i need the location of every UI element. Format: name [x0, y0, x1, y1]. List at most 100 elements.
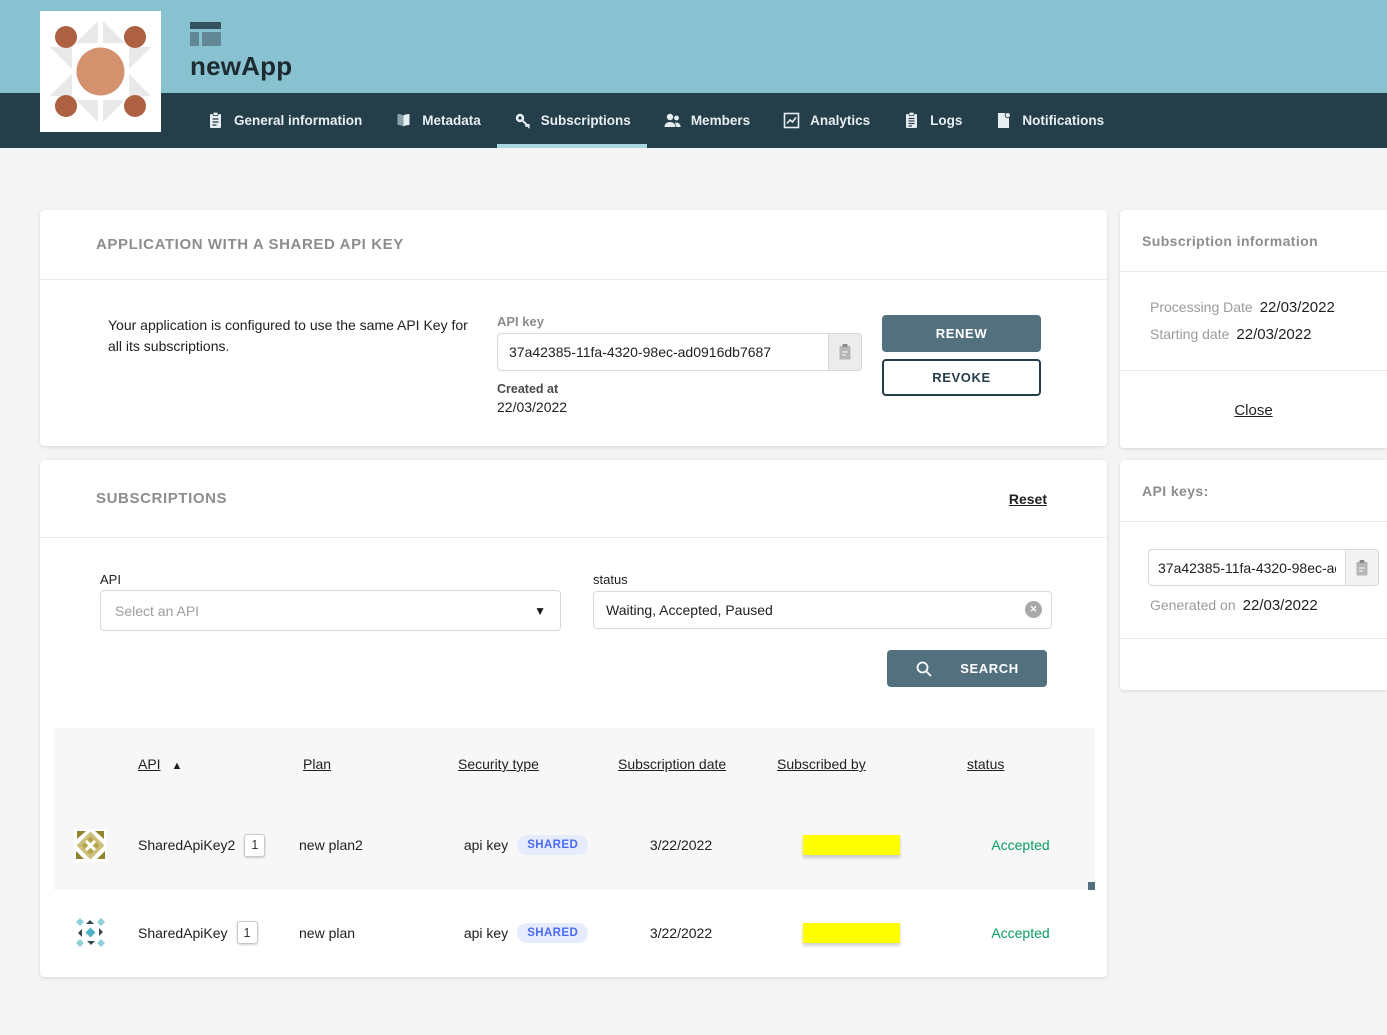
api-keys-panel: API keys: Generated on 22/03/2022	[1120, 460, 1387, 690]
api-select-placeholder: Select an API	[115, 603, 534, 619]
key-icon	[513, 111, 532, 130]
divider	[1120, 370, 1387, 371]
shared-badge: SHARED	[517, 835, 588, 855]
tab-label: Logs	[930, 113, 962, 128]
api-avatar	[74, 829, 107, 862]
table-header-api[interactable]: API ▲	[126, 756, 291, 772]
tab-label: Members	[691, 113, 750, 128]
subscribed-by-redacted	[803, 923, 900, 943]
search-button-label: SEARCH	[960, 661, 1019, 676]
subscribed-by-redacted	[803, 835, 900, 855]
clear-status-icon[interactable]: ✕	[1025, 601, 1042, 618]
tab-label: Metadata	[422, 113, 481, 128]
subscription-count-badge: 1	[237, 921, 258, 944]
people-icon	[663, 111, 682, 130]
tab-notifications[interactable]: Notifications	[978, 93, 1120, 148]
clipboard-copy-icon	[838, 343, 852, 361]
api-key-label: API key	[497, 314, 544, 329]
api-name: SharedApiKey2	[138, 837, 235, 853]
created-at-value: 22/03/2022	[497, 399, 567, 415]
tab-label: Analytics	[810, 113, 870, 128]
tab-subscriptions[interactable]: Subscriptions	[497, 93, 647, 148]
revoke-button[interactable]: REVOKE	[882, 359, 1041, 396]
sidebar-api-key-group	[1148, 549, 1379, 586]
document-icon	[206, 111, 225, 130]
renew-button[interactable]: RENEW	[882, 315, 1041, 352]
table-row[interactable]: SharedApiKey 1 new plan api key SHARED 3…	[54, 890, 1095, 975]
subscription-count-badge: 1	[244, 834, 265, 857]
api-key-input-group	[497, 333, 862, 371]
generated-on-label: Generated on	[1150, 597, 1236, 613]
generated-on-value: 22/03/2022	[1243, 597, 1318, 614]
tab-metadata[interactable]: Metadata	[378, 93, 497, 148]
tab-members[interactable]: Members	[647, 93, 766, 148]
table-header-subscription-date[interactable]: Subscription date	[606, 756, 756, 772]
sidebar-api-key-input[interactable]	[1148, 549, 1346, 586]
subscription-date: 3/22/2022	[606, 925, 756, 941]
plan-name: new plan2	[291, 837, 446, 853]
table-header-subscribed-by[interactable]: Subscribed by	[756, 756, 946, 772]
copy-api-key-button[interactable]	[829, 333, 862, 371]
subscription-information-panel: Subscription information Processing Date…	[1120, 210, 1387, 448]
tab-analytics[interactable]: Analytics	[766, 93, 886, 148]
api-avatar	[74, 916, 107, 949]
reset-link[interactable]: Reset	[1009, 491, 1047, 507]
api-select[interactable]: Select an API ▼	[100, 590, 561, 631]
processing-date-value: 22/03/2022	[1260, 299, 1335, 316]
application-header: newApp	[190, 22, 292, 82]
starting-date-label: Starting date	[1150, 326, 1229, 342]
chart-icon	[782, 111, 801, 130]
card-title: SUBSCRIPTIONS	[40, 490, 227, 507]
tab-general-information[interactable]: General information	[190, 93, 378, 148]
api-avatar-pattern-teal	[74, 916, 107, 949]
table-header-row: API ▲ Plan Security type Subscription da…	[54, 728, 1095, 800]
clipboard-copy-icon	[1355, 559, 1369, 577]
processing-date-label: Processing Date	[1150, 299, 1253, 315]
notification-icon	[994, 111, 1013, 130]
api-filter-label: API	[100, 572, 121, 587]
close-link[interactable]: Close	[1120, 402, 1387, 419]
subscriptions-card: SUBSCRIPTIONS Reset API Select an API ▼ …	[40, 460, 1107, 977]
status-filter-label: status	[593, 572, 628, 587]
security-type: api key	[464, 925, 508, 941]
divider	[1120, 638, 1387, 639]
created-at-label: Created at	[497, 382, 558, 396]
copy-api-key-button[interactable]	[1346, 549, 1379, 586]
subscription-date: 3/22/2022	[606, 837, 756, 853]
clipboard-list-icon	[902, 111, 921, 130]
tab-logs[interactable]: Logs	[886, 93, 978, 148]
table-header-plan[interactable]: Plan	[291, 756, 446, 772]
tab-bar: General information Metadata Subscriptio…	[190, 93, 1120, 148]
table-row[interactable]: SharedApiKey2 1 new plan2 api key SHARED…	[54, 800, 1095, 890]
shared-api-key-card-header: APPLICATION WITH A SHARED API KEY	[40, 210, 1107, 280]
page-title: newApp	[190, 51, 292, 82]
starting-date-value: 22/03/2022	[1236, 326, 1311, 343]
api-avatar-pattern-gold	[74, 829, 107, 862]
panel-title: API keys:	[1120, 483, 1209, 499]
sort-asc-icon: ▲	[171, 760, 182, 772]
table-header-status[interactable]: status	[946, 756, 1095, 772]
application-type-icon	[190, 22, 221, 46]
table-header-security-type[interactable]: Security type	[446, 756, 606, 772]
chevron-down-icon: ▼	[534, 604, 546, 618]
search-button[interactable]: SEARCH	[887, 650, 1047, 687]
plan-name: new plan	[291, 925, 446, 941]
api-key-input[interactable]	[497, 333, 829, 371]
tab-label: Subscriptions	[541, 113, 631, 128]
application-avatar	[40, 11, 161, 132]
search-icon	[915, 660, 933, 678]
status-badge: Accepted	[946, 925, 1095, 941]
status-badge: Accepted	[946, 837, 1095, 853]
tab-label: General information	[234, 113, 362, 128]
shared-api-key-card: APPLICATION WITH A SHARED API KEY Your a…	[40, 210, 1107, 446]
status-filter-input[interactable]	[593, 591, 1052, 629]
panel-title: Subscription information	[1120, 233, 1318, 249]
subscriptions-table: API ▲ Plan Security type Subscription da…	[54, 728, 1095, 975]
status-filter-group: ✕	[593, 591, 1052, 629]
shared-badge: SHARED	[517, 923, 588, 943]
tab-label: Notifications	[1022, 113, 1104, 128]
card-title: APPLICATION WITH A SHARED API KEY	[40, 236, 404, 253]
api-name: SharedApiKey	[138, 925, 228, 941]
book-icon	[394, 111, 413, 130]
shared-key-description: Your application is configured to use th…	[108, 315, 480, 357]
